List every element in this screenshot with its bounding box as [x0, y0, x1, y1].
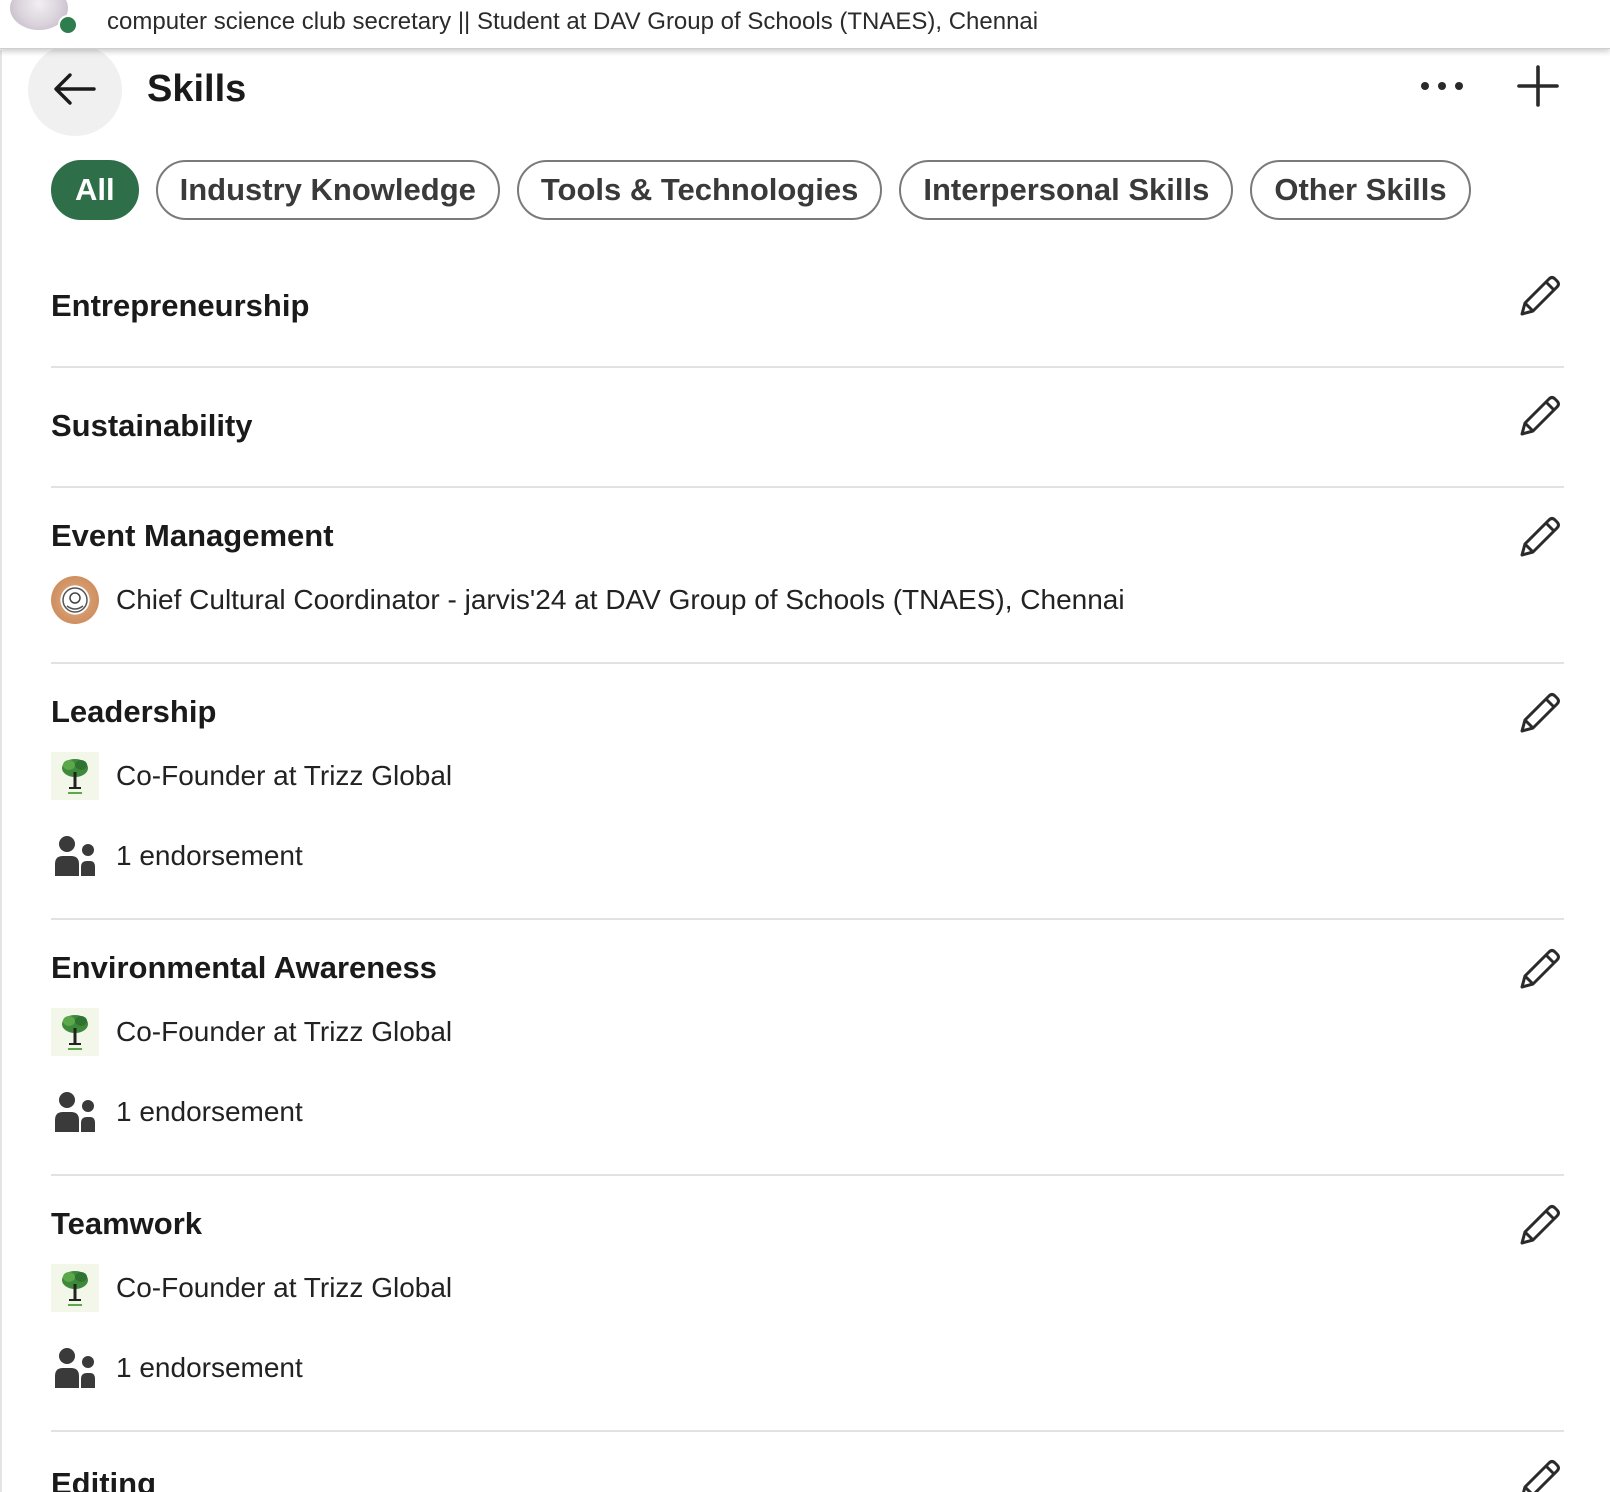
trizz-tree-logo: [51, 1264, 99, 1312]
edit-skill-button[interactable]: [1516, 394, 1562, 440]
edit-skill-button[interactable]: [1516, 1458, 1562, 1492]
skills-page: computer science club secretary || Stude…: [0, 0, 1610, 1492]
skill-name[interactable]: Leadership: [51, 694, 216, 730]
skill-source-text: Chief Cultural Coordinator - jarvis'24 a…: [116, 584, 1125, 615]
skill-source-row[interactable]: Chief Cultural Coordinator - jarvis'24 a…: [51, 576, 1125, 624]
profile-sticky-header: computer science club secretary || Stude…: [0, 0, 1610, 49]
skill-source-text: Co-Founder at Trizz Global: [116, 760, 453, 791]
back-button[interactable]: [28, 44, 122, 136]
school-crest-logo: [51, 576, 99, 624]
skill-name[interactable]: Event Management: [51, 518, 334, 554]
skill-item-leadership: Leadership Co-Founder at Trizz Global 1 …: [51, 664, 1564, 920]
pencil-icon: [1520, 693, 1560, 733]
skill-item-editing: Editing: [51, 1432, 1564, 1492]
skill-source-text: Co-Founder at Trizz Global: [116, 1016, 453, 1047]
skill-source-text: Co-Founder at Trizz Global: [116, 1272, 453, 1303]
skill-item-entrepreneurship: Entrepreneurship: [51, 248, 1564, 368]
endorsement-count: 1 endorsement: [116, 1096, 303, 1127]
pencil-icon: [1520, 396, 1560, 436]
more-horizontal-icon: [1421, 82, 1463, 90]
edit-skill-button[interactable]: [1516, 274, 1562, 320]
filter-tools-technologies[interactable]: Tools & Technologies: [516, 160, 883, 220]
endorsement-count: 1 endorsement: [116, 840, 303, 871]
pencil-icon: [1522, 1460, 1560, 1492]
trizz-tree-logo: [51, 752, 99, 800]
plus-icon: [1517, 65, 1559, 107]
pencil-icon: [1520, 949, 1560, 989]
edit-skill-button[interactable]: [1516, 947, 1562, 993]
skill-name[interactable]: Entrepreneurship: [51, 288, 309, 324]
pencil-icon: [1520, 276, 1560, 316]
endorsement-count: 1 endorsement: [116, 1352, 303, 1383]
people-icon: [55, 1092, 95, 1132]
skill-item-sustainability: Sustainability: [51, 368, 1564, 488]
add-skill-button[interactable]: [1516, 64, 1560, 108]
skill-item-event-management: Event Management Chief Cultural Coordina…: [51, 488, 1564, 664]
profile-headline: computer science club secretary || Stude…: [107, 8, 1039, 35]
skill-source-row[interactable]: Co-Founder at Trizz Global: [51, 752, 452, 800]
endorsement-row[interactable]: 1 endorsement: [51, 1344, 303, 1392]
skill-source-row[interactable]: Co-Founder at Trizz Global: [51, 1008, 452, 1056]
left-border: [0, 50, 2, 1492]
skill-filter-pills: All Industry Knowledge Tools & Technolog…: [51, 160, 1471, 220]
trizz-tree-logo: [51, 1008, 99, 1056]
skill-source-row[interactable]: Co-Founder at Trizz Global: [51, 1264, 452, 1312]
arrow-left-icon: [54, 73, 96, 105]
people-icon: [55, 1348, 95, 1388]
skill-name[interactable]: Environmental Awareness: [51, 950, 437, 986]
filter-all[interactable]: All: [51, 160, 139, 220]
skill-name[interactable]: Sustainability: [51, 408, 253, 444]
more-options-button[interactable]: [1418, 66, 1468, 106]
pencil-icon: [1520, 517, 1560, 557]
pencil-icon: [1520, 1205, 1560, 1245]
skill-name[interactable]: Editing: [51, 1466, 156, 1492]
edit-skill-button[interactable]: [1516, 1203, 1562, 1249]
endorsement-row[interactable]: 1 endorsement: [51, 832, 303, 880]
people-icon: [55, 836, 95, 876]
online-status-dot: [58, 15, 78, 35]
edit-skill-button[interactable]: [1516, 691, 1562, 737]
endorsement-row[interactable]: 1 endorsement: [51, 1088, 303, 1136]
filter-industry-knowledge[interactable]: Industry Knowledge: [155, 160, 500, 220]
skill-item-teamwork: Teamwork Co-Founder at Trizz Global 1 en…: [51, 1176, 1564, 1432]
page-title: Skills: [147, 68, 247, 110]
filter-other-skills[interactable]: Other Skills: [1250, 160, 1471, 220]
skill-item-environmental-awareness: Environmental Awareness Co-Founder at Tr…: [51, 920, 1564, 1176]
edit-skill-button[interactable]: [1516, 515, 1562, 561]
filter-interpersonal-skills[interactable]: Interpersonal Skills: [899, 160, 1234, 220]
skill-name[interactable]: Teamwork: [51, 1206, 202, 1242]
